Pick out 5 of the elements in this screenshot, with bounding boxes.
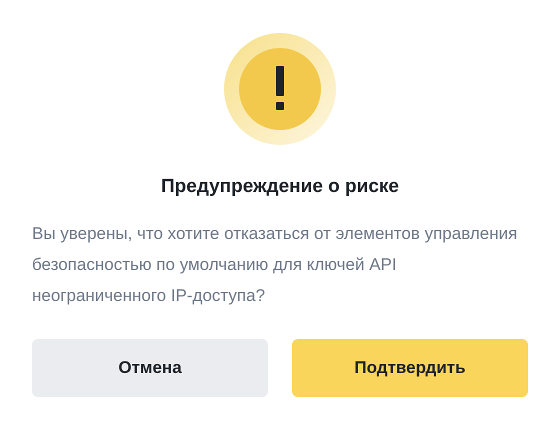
cancel-button[interactable]: Отмена (32, 339, 268, 397)
dialog-message: Вы уверены, что хотите отказаться от элементов управления безопасностью по умолчанию для ключей API неограниченного IP-доступа? (32, 223, 518, 307)
warning-icon (223, 32, 337, 146)
confirm-button[interactable]: Подтвердить (292, 339, 528, 397)
dialog-title: Предупреждение о риске (160, 176, 399, 198)
